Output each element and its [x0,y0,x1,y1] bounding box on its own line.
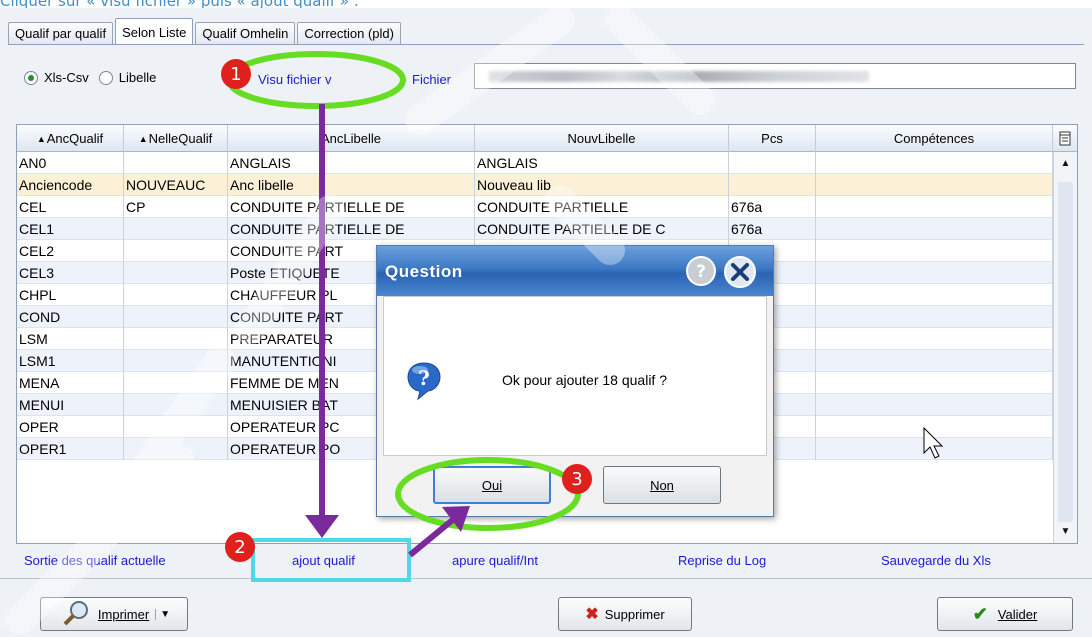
mouse-cursor-icon [923,426,944,459]
step-marker-1: 1 [221,59,251,89]
step-marker-2: 2 [225,532,255,562]
step-marker-3: 3 [562,464,592,494]
highlight-ajout-qualif [251,538,411,582]
arrow-head-1 [305,515,339,538]
annotation-overlay [226,51,944,582]
highlight-visu-fichier [226,51,406,109]
highlight-oui-button [395,457,581,531]
